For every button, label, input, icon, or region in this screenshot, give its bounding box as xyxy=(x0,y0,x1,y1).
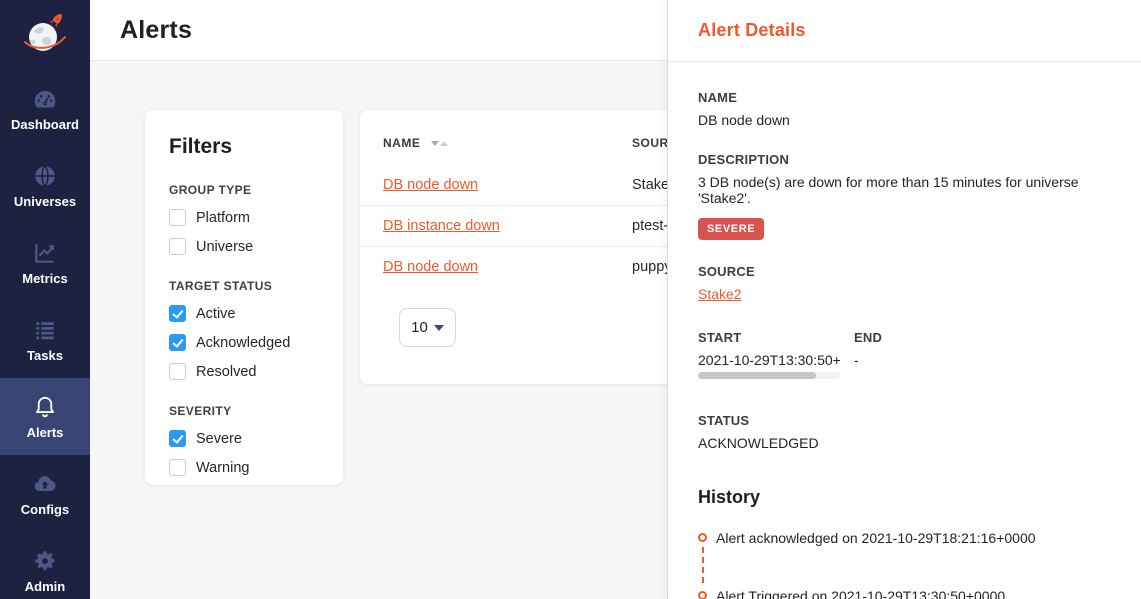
column-header-name[interactable]: NAME xyxy=(383,136,420,150)
checkbox-unchecked[interactable] xyxy=(169,209,186,226)
scrollbar-thumb[interactable] xyxy=(698,372,816,379)
timeline-dot-icon xyxy=(698,591,707,599)
filter-option-label: Severe xyxy=(196,431,242,447)
sidebar-item-label: Tasks xyxy=(27,348,63,363)
name-label: NAME xyxy=(698,90,1111,105)
sidebar-item-label: Metrics xyxy=(22,271,68,286)
history-timeline: Alert acknowledged on 2021-10-29T18:21:1… xyxy=(698,530,1111,599)
alert-name-link[interactable]: DB instance down xyxy=(383,218,500,234)
filter-option-acknowledged[interactable]: Acknowledged xyxy=(169,334,319,351)
sidebar-item-dashboard[interactable]: Dashboard xyxy=(0,70,90,147)
checkbox-checked[interactable] xyxy=(169,334,186,351)
checkbox-unchecked[interactable] xyxy=(169,363,186,380)
history-item: Alert acknowledged on 2021-10-29T18:21:1… xyxy=(698,530,1111,546)
history-item: Alert Triggered on 2021-10-29T13:30:50+0… xyxy=(698,588,1111,599)
checkbox-unchecked[interactable] xyxy=(169,238,186,255)
timeline-dot-icon xyxy=(698,533,707,542)
alert-details-header: Alert Details xyxy=(668,0,1141,62)
gear-icon xyxy=(32,548,58,574)
checkbox-checked[interactable] xyxy=(169,305,186,322)
filters-title: Filters xyxy=(169,135,319,159)
filter-option-label: Universe xyxy=(196,239,253,255)
filter-group-label-target-status: TARGET STATUS xyxy=(169,279,319,293)
checkbox-checked[interactable] xyxy=(169,430,186,447)
start-column: START 2021-10-29T13:30:50+0000 xyxy=(698,330,854,379)
filter-option-platform[interactable]: Platform xyxy=(169,209,319,226)
filter-option-label: Warning xyxy=(196,460,249,476)
detail-section-source: SOURCE Stake2 xyxy=(698,264,1111,304)
list-icon xyxy=(32,317,58,343)
page-size-dropdown[interactable]: 10 xyxy=(399,308,456,347)
filter-group-label-severity: SEVERITY xyxy=(169,404,319,418)
start-label: START xyxy=(698,330,854,345)
sidebar-item-label: Dashboard xyxy=(11,117,79,132)
sidebar-item-label: Admin xyxy=(25,579,65,594)
end-label: END xyxy=(854,330,882,345)
alert-name-link[interactable]: DB node down xyxy=(383,177,478,193)
history-title: History xyxy=(698,487,1111,508)
sidebar-item-metrics[interactable]: Metrics xyxy=(0,224,90,301)
sidebar-item-label: Configs xyxy=(21,502,69,517)
start-value: 2021-10-29T13:30:50+0000 xyxy=(698,352,840,368)
sidebar-item-universes[interactable]: Universes xyxy=(0,147,90,224)
filter-option-label: Resolved xyxy=(196,364,256,380)
page-title: Alerts xyxy=(120,16,192,45)
sidebar-item-configs[interactable]: Configs xyxy=(0,455,90,532)
cloud-upload-icon xyxy=(32,471,58,497)
alert-details-body: NAME DB node down DESCRIPTION 3 DB node(… xyxy=(668,62,1141,599)
source-label: SOURCE xyxy=(698,264,1111,279)
alert-details-panel: Alert Details NAME DB node down DESCRIPT… xyxy=(667,0,1141,599)
description-label: DESCRIPTION xyxy=(698,152,1111,167)
bell-icon xyxy=(32,394,58,420)
sidebar-item-tasks[interactable]: Tasks xyxy=(0,301,90,378)
detail-section-name: NAME DB node down xyxy=(698,90,1111,128)
severity-badge: SEVERE xyxy=(698,218,764,240)
filter-option-label: Platform xyxy=(196,210,250,226)
filter-option-label: Active xyxy=(196,306,236,322)
checkbox-unchecked[interactable] xyxy=(169,459,186,476)
sidebar-item-admin[interactable]: Admin xyxy=(0,532,90,599)
filters-panel: Filters GROUP TYPE Platform Universe TAR… xyxy=(145,110,343,485)
horizontal-scrollbar[interactable] xyxy=(698,372,840,379)
filter-option-universe[interactable]: Universe xyxy=(169,238,319,255)
sidebar: Dashboard Universes Metrics Tasks Alert xyxy=(0,0,90,599)
source-link[interactable]: Stake2 xyxy=(698,286,742,302)
description-value: 3 DB node(s) are down for more than 15 m… xyxy=(698,174,1111,206)
planet-rocket-logo-icon xyxy=(19,9,71,61)
app-logo[interactable] xyxy=(0,0,90,70)
detail-section-status: STATUS ACKNOWLEDGED xyxy=(698,413,1111,451)
alert-name-link[interactable]: DB node down xyxy=(383,259,478,275)
filter-option-resolved[interactable]: Resolved xyxy=(169,363,319,380)
sort-desc-icon xyxy=(431,141,439,146)
history-item-text: Alert acknowledged on 2021-10-29T18:21:1… xyxy=(716,530,1036,546)
filter-option-active[interactable]: Active xyxy=(169,305,319,322)
chart-icon xyxy=(32,240,58,266)
filter-option-warning[interactable]: Warning xyxy=(169,459,319,476)
history-item-text: Alert Triggered on 2021-10-29T13:30:50+0… xyxy=(716,588,1005,599)
filter-option-severe[interactable]: Severe xyxy=(169,430,319,447)
status-value: ACKNOWLEDGED xyxy=(698,435,1111,451)
detail-section-description: DESCRIPTION 3 DB node(s) are down for mo… xyxy=(698,152,1111,240)
detail-section-time: START 2021-10-29T13:30:50+0000 END - xyxy=(698,330,1111,379)
end-value: - xyxy=(854,352,882,368)
sort-asc-icon xyxy=(440,141,448,146)
status-label: STATUS xyxy=(698,413,1111,428)
name-value: DB node down xyxy=(698,112,1111,128)
filter-option-label: Acknowledged xyxy=(196,335,290,351)
sidebar-item-label: Universes xyxy=(14,194,76,209)
alert-details-title: Alert Details xyxy=(698,20,806,41)
globe-icon xyxy=(32,163,58,189)
sidebar-item-label: Alerts xyxy=(27,425,64,440)
filter-group-label-group-type: GROUP TYPE xyxy=(169,183,319,197)
gauge-icon xyxy=(32,86,58,112)
sort-icons[interactable] xyxy=(431,141,448,146)
chevron-down-icon xyxy=(434,325,444,331)
end-column: END - xyxy=(854,330,882,379)
sidebar-item-alerts[interactable]: Alerts xyxy=(0,378,90,455)
page-size-value: 10 xyxy=(411,319,428,336)
